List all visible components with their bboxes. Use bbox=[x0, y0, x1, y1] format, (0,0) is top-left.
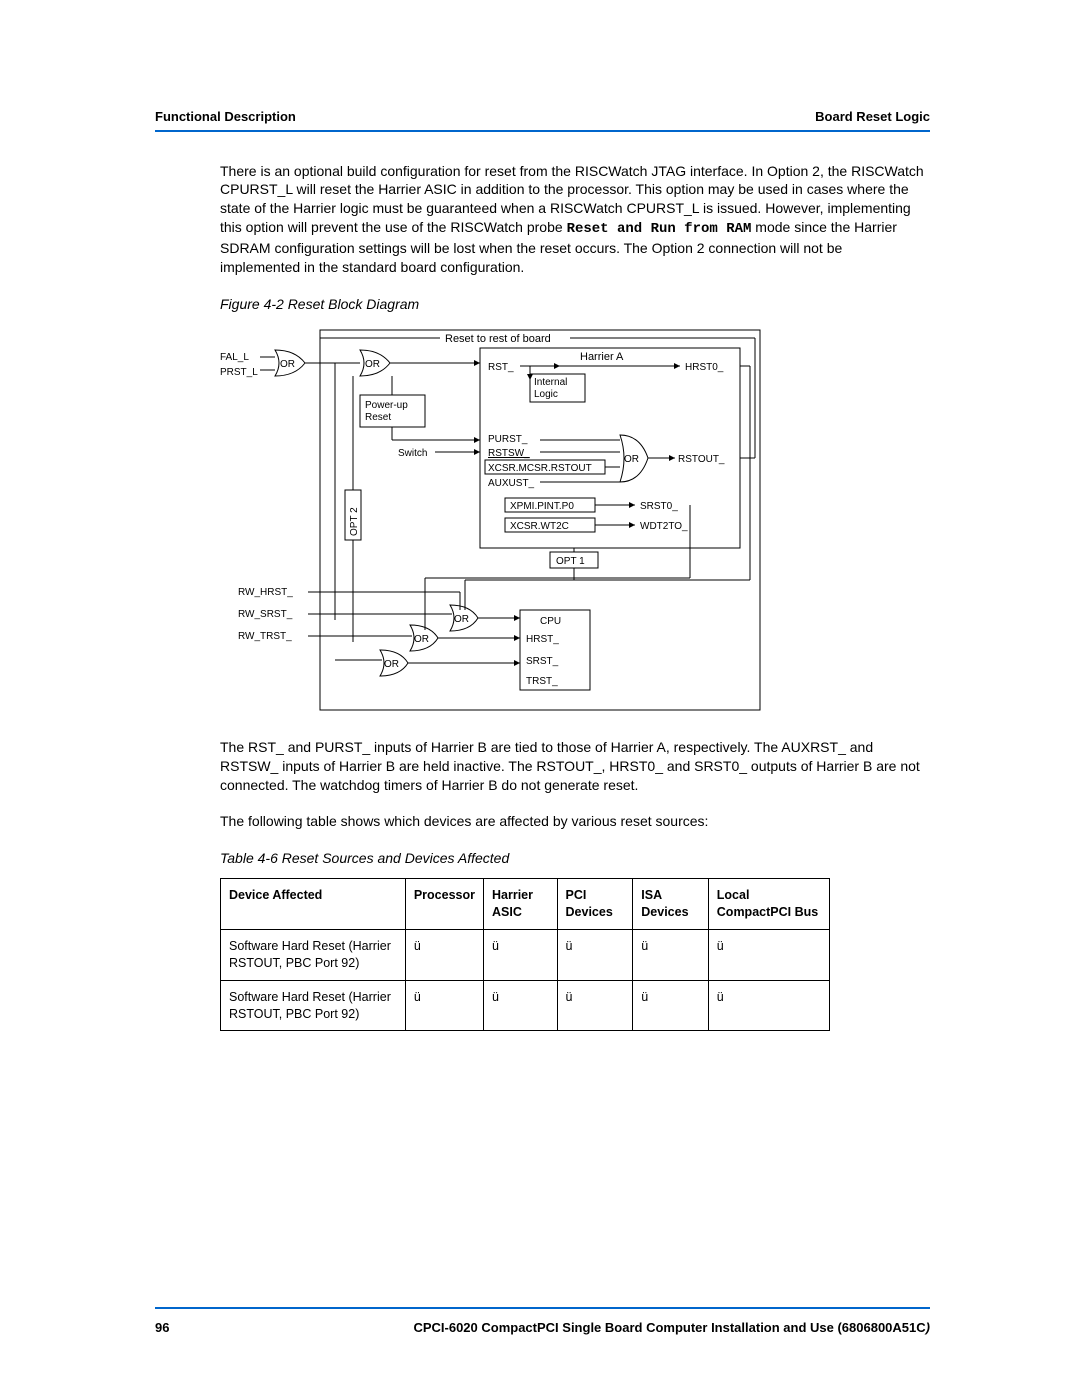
table-caption: Table 4-6 Reset Sources and Devices Affe… bbox=[220, 849, 925, 868]
cell: ü bbox=[633, 929, 709, 980]
th-device: Device Affected bbox=[221, 879, 406, 930]
paragraph-1: There is an optional build configuration… bbox=[220, 162, 925, 277]
lbl-prst-l: PRST_L bbox=[220, 367, 258, 378]
lbl-powerup-1: Power-up bbox=[365, 400, 408, 411]
lbl-purst: PURST_ bbox=[488, 434, 528, 445]
cell: Software Hard Reset (Harrier RSTOUT, PBC… bbox=[221, 980, 406, 1031]
cell: ü bbox=[483, 929, 557, 980]
lbl-trst: TRST_ bbox=[526, 676, 558, 687]
th-pci: PCI Devices bbox=[557, 879, 633, 930]
lbl-srst: SRST_ bbox=[526, 656, 559, 667]
lbl-hrst: HRST_ bbox=[526, 634, 559, 645]
lbl-rw-hrst: RW_HRST_ bbox=[238, 587, 293, 598]
body: There is an optional build configuration… bbox=[220, 162, 925, 1032]
lbl-srst0: SRST0_ bbox=[640, 501, 678, 512]
lbl-xcsr-rstout: XCSR.MCSR.RSTOUT bbox=[488, 463, 592, 474]
lbl-rst: RST_ bbox=[488, 362, 514, 373]
lbl-rstout: RSTOUT_ bbox=[678, 454, 725, 465]
cell: ü bbox=[557, 980, 633, 1031]
page-footer: 96 CPCI-6020 CompactPCI Single Board Com… bbox=[155, 1319, 930, 1337]
lbl-wdt2to: WDT2TO_ bbox=[640, 521, 688, 532]
header-right: Board Reset Logic bbox=[815, 108, 930, 126]
paragraph-2: The RST_ and PURST_ inputs of Harrier B … bbox=[220, 738, 925, 795]
footer-title-suffix: ) bbox=[926, 1320, 930, 1335]
footer-title-text: CPCI-6020 CompactPCI Single Board Comput… bbox=[413, 1320, 925, 1335]
reset-sources-table: Device Affected Processor Harrier ASIC P… bbox=[220, 878, 830, 1031]
th-processor: Processor bbox=[405, 879, 483, 930]
lbl-switch: Switch bbox=[398, 448, 427, 459]
footer-rule bbox=[155, 1307, 930, 1309]
cell: Software Hard Reset (Harrier RSTOUT, PBC… bbox=[221, 929, 406, 980]
th-cpci: Local CompactPCI Bus bbox=[708, 879, 829, 930]
page-header: Functional Description Board Reset Logic bbox=[155, 108, 930, 126]
figure-caption: Figure 4-2 Reset Block Diagram bbox=[220, 295, 925, 314]
paragraph-3: The following table shows which devices … bbox=[220, 812, 925, 831]
cell: ü bbox=[405, 929, 483, 980]
lbl-fal-l: FAL_L bbox=[220, 352, 249, 363]
cell: ü bbox=[405, 980, 483, 1031]
page: Functional Description Board Reset Logic… bbox=[0, 0, 1080, 1397]
lbl-or-5: OR bbox=[414, 634, 429, 645]
th-isa: ISA Devices bbox=[633, 879, 709, 930]
lbl-internal-1: Internal bbox=[534, 377, 567, 388]
page-number: 96 bbox=[155, 1319, 169, 1337]
table-row: Software Hard Reset (Harrier RSTOUT, PBC… bbox=[221, 929, 830, 980]
th-harrier: Harrier ASIC bbox=[483, 879, 557, 930]
lbl-opt2: OPT 2 bbox=[349, 507, 360, 536]
lbl-rstsw: RSTSW_ bbox=[488, 448, 530, 459]
lbl-or-1: OR bbox=[280, 359, 295, 370]
cell: ü bbox=[633, 980, 709, 1031]
lbl-or-3: OR bbox=[624, 454, 639, 465]
table-header-row: Device Affected Processor Harrier ASIC P… bbox=[221, 879, 830, 930]
lbl-xpmi: XPMI.PINT.P0 bbox=[510, 501, 574, 512]
lbl-or-6: OR bbox=[384, 659, 399, 670]
table-row: Software Hard Reset (Harrier RSTOUT, PBC… bbox=[221, 980, 830, 1031]
lbl-or-4: OR bbox=[454, 614, 469, 625]
lbl-hrst0: HRST0_ bbox=[685, 362, 724, 373]
lbl-or-2: OR bbox=[365, 359, 380, 370]
cell: ü bbox=[483, 980, 557, 1031]
p1-mono: Reset and Run from RAM bbox=[567, 221, 752, 237]
lbl-xcsr-wt2c: XCSR.WT2C bbox=[510, 521, 569, 532]
cell: ü bbox=[708, 929, 829, 980]
header-left: Functional Description bbox=[155, 108, 296, 126]
lbl-rw-srst: RW_SRST_ bbox=[238, 609, 293, 620]
lbl-opt1: OPT 1 bbox=[556, 556, 585, 567]
footer-title: CPCI-6020 CompactPCI Single Board Comput… bbox=[413, 1319, 930, 1337]
lbl-internal-2: Logic bbox=[534, 389, 558, 400]
lbl-reset-rest: Reset to rest of board bbox=[445, 333, 551, 345]
reset-block-diagram: Reset to rest of board FAL_L PRST_L OR O… bbox=[220, 320, 925, 720]
lbl-harrier-a: Harrier A bbox=[580, 351, 624, 363]
lbl-rw-trst: RW_TRST_ bbox=[238, 631, 292, 642]
cell: ü bbox=[708, 980, 829, 1031]
cell: ü bbox=[557, 929, 633, 980]
diagram-svg: Reset to rest of board FAL_L PRST_L OR O… bbox=[220, 320, 780, 720]
lbl-auxust: AUXUST_ bbox=[488, 478, 535, 489]
header-rule bbox=[155, 130, 930, 132]
lbl-powerup-2: Reset bbox=[365, 412, 391, 423]
lbl-cpu: CPU bbox=[540, 616, 561, 627]
